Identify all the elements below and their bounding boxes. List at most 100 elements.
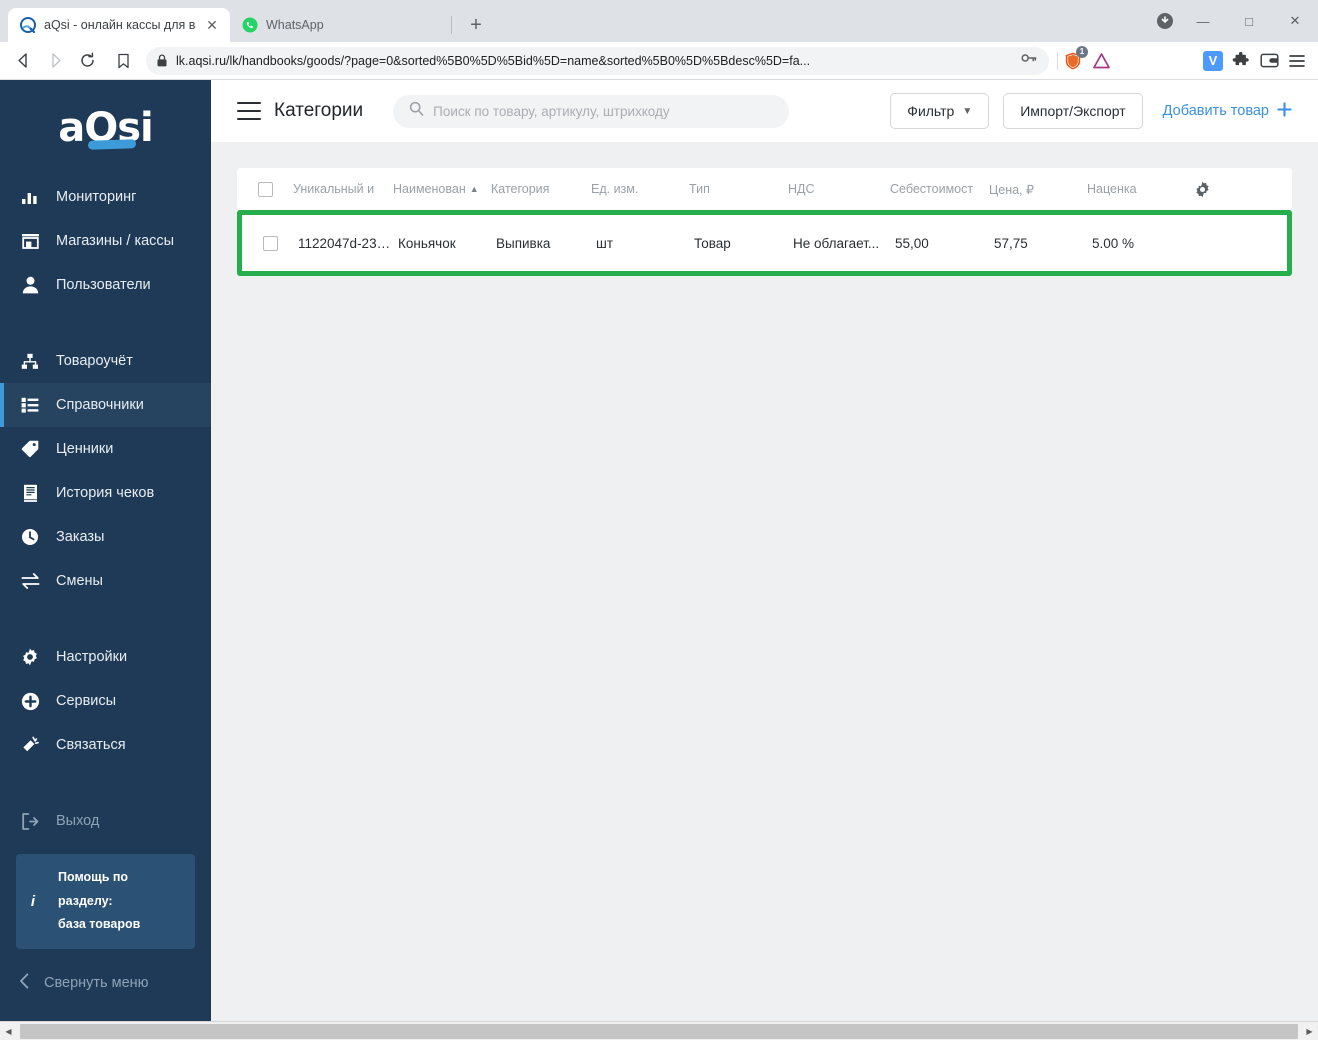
column-header-price[interactable]: Цена, ₽ xyxy=(989,182,1087,197)
cell-margin: 5.00 % xyxy=(1092,235,1135,251)
hamburger-icon[interactable] xyxy=(237,102,261,120)
megaphone-icon xyxy=(19,734,41,756)
back-icon[interactable] xyxy=(8,46,38,76)
collapse-menu-button[interactable]: Свернуть меню xyxy=(0,959,211,1007)
sidebar-item-users[interactable]: Пользователи xyxy=(0,263,211,307)
extensions-puzzle-icon[interactable] xyxy=(1228,48,1254,74)
sidebar-item-monitoring[interactable]: Мониторинг xyxy=(0,175,211,219)
categories-label[interactable]: Категории xyxy=(274,100,363,122)
sidebar-item-label: Пользователи xyxy=(56,277,151,293)
password-key-icon[interactable] xyxy=(1021,51,1037,70)
sort-asc-icon: ▲ xyxy=(469,183,479,194)
aqsi-favicon xyxy=(20,17,36,33)
sidebar-item-orders[interactable]: Заказы xyxy=(0,515,211,559)
browser-toolbar: lk.aqsi.ru/lk/handbooks/goods/?page=0&so… xyxy=(0,42,1318,80)
sidebar-item-label: Мониторинг xyxy=(56,189,137,205)
download-indicator-icon[interactable] xyxy=(1150,0,1180,42)
column-header-name[interactable]: Наименован ▲ xyxy=(393,182,491,196)
scrollbar-thumb[interactable] xyxy=(20,1023,1298,1039)
sidebar-item-settings[interactable]: Настройки xyxy=(0,635,211,679)
sidebar-item-receipts-history[interactable]: История чеков xyxy=(0,471,211,515)
sidebar-item-contact[interactable]: Связаться xyxy=(0,723,211,767)
sidebar-item-shifts[interactable]: Смены xyxy=(0,559,211,603)
horizontal-scrollbar[interactable]: ◀ ▶ xyxy=(0,1021,1318,1040)
sidebar-item-label: Связаться xyxy=(56,737,126,753)
brave-wallet-icon[interactable] xyxy=(1256,48,1282,74)
toolbar-divider xyxy=(1057,51,1058,70)
minimize-button[interactable]: — xyxy=(1180,0,1226,42)
column-header-cost[interactable]: Себестоимост xyxy=(890,182,989,196)
browser-tab-active[interactable]: aQsi - онлайн кассы для вашего ✕ xyxy=(8,8,230,42)
column-header-unit[interactable]: Ед. изм. xyxy=(591,182,689,196)
browser-menu-icon[interactable] xyxy=(1284,48,1310,74)
price-tag-icon xyxy=(19,438,41,460)
logo-swoosh xyxy=(88,138,137,150)
sidebar-item-services[interactable]: Сервисы xyxy=(0,679,211,723)
app-logo[interactable]: aQsi xyxy=(0,80,211,175)
add-product-label: Добавить товар xyxy=(1162,103,1269,119)
cell-price: 57,75 xyxy=(994,235,1028,251)
scrollbar-track[interactable] xyxy=(17,1022,1301,1040)
scroll-left-arrow[interactable]: ◀ xyxy=(0,1022,17,1040)
table-settings-button[interactable] xyxy=(1185,181,1292,198)
maximize-button[interactable]: □ xyxy=(1226,0,1272,42)
sidebar-item-label: Сервисы xyxy=(56,693,117,709)
column-header-uid[interactable]: Уникальный и xyxy=(293,182,393,196)
sidebar-group-1: Мониторинг Магазины / кассы Пользователи xyxy=(0,175,211,307)
select-all-checkbox[interactable] xyxy=(237,181,293,197)
main-content: Категории Фильтр ▼ Импорт/ xyxy=(211,80,1318,1021)
column-header-category[interactable]: Категория xyxy=(491,182,591,196)
cell-unit: шт xyxy=(596,235,614,251)
forward-icon[interactable] xyxy=(40,46,70,76)
cell-cost: 55,00 xyxy=(895,235,929,251)
sidebar-item-label: История чеков xyxy=(56,485,155,501)
plus-circle-icon xyxy=(19,690,41,712)
cell-type: Товар xyxy=(694,235,731,251)
address-bar[interactable]: lk.aqsi.ru/lk/handbooks/goods/?page=0&so… xyxy=(146,46,1049,75)
highlighted-row-container: 1122047d-239... Коньячок Выпивка шт Това… xyxy=(237,210,1292,276)
v-extension-icon[interactable]: V xyxy=(1200,48,1226,74)
table-row[interactable]: 1122047d-239... Коньячок Выпивка шт Това… xyxy=(242,215,1287,271)
column-header-name-label: Наименован xyxy=(393,182,466,196)
help-banner[interactable]: i Помощь по разделу: база товаров xyxy=(16,853,195,949)
import-export-button[interactable]: Импорт/Экспорт xyxy=(1003,93,1143,129)
chevron-left-icon xyxy=(19,973,30,993)
new-tab-button[interactable]: + xyxy=(462,11,490,39)
sidebar-item-stores[interactable]: Магазины / кассы xyxy=(0,219,211,263)
shields-count-badge: 1 xyxy=(1076,45,1088,58)
sidebar-item-label: Справочники xyxy=(56,397,144,413)
sidebar-item-pricetags[interactable]: Ценники xyxy=(0,427,211,471)
add-product-button[interactable]: Добавить товар xyxy=(1157,101,1292,121)
column-header-margin[interactable]: Наценка xyxy=(1087,182,1185,196)
browser-window: aQsi - онлайн кассы для вашего ✕ WhatsAp… xyxy=(0,0,1318,1040)
search-input[interactable] xyxy=(433,103,774,119)
filter-button[interactable]: Фильтр ▼ xyxy=(890,93,990,129)
window-controls: — □ ✕ xyxy=(1150,0,1318,42)
scroll-right-arrow[interactable]: ▶ xyxy=(1301,1022,1318,1040)
sidebar-group-4: Выход xyxy=(0,799,211,843)
browser-tab-whatsapp[interactable]: WhatsApp xyxy=(230,8,445,42)
sidebar-item-label: Ценники xyxy=(56,441,114,457)
bookmark-icon[interactable] xyxy=(108,46,138,76)
reload-icon[interactable] xyxy=(72,46,102,76)
column-header-vat[interactable]: НДС xyxy=(788,182,890,196)
row-checkbox[interactable] xyxy=(242,235,298,251)
sitemap-icon xyxy=(19,350,41,372)
user-icon xyxy=(19,274,41,296)
sidebar-item-logout[interactable]: Выход xyxy=(0,799,211,843)
plus-icon xyxy=(1277,101,1292,121)
search-bar[interactable] xyxy=(393,94,790,128)
gear-icon xyxy=(19,646,41,668)
table-header-row: Уникальный и Наименован ▲ Категория Ед. … xyxy=(237,168,1292,210)
sidebar-item-handbooks[interactable]: Справочники xyxy=(0,383,211,427)
v-extension-label: V xyxy=(1203,50,1223,71)
whatsapp-favicon xyxy=(242,17,258,33)
brave-rewards-icon[interactable] xyxy=(1088,48,1114,74)
column-header-type[interactable]: Тип xyxy=(689,182,788,196)
close-window-button[interactable]: ✕ xyxy=(1272,0,1318,42)
sidebar-group-2: Товароучёт Справочники Ценники История ч… xyxy=(0,339,211,603)
brave-shields-icon[interactable]: 1 xyxy=(1060,45,1088,74)
sidebar-item-inventory[interactable]: Товароучёт xyxy=(0,339,211,383)
close-icon[interactable]: ✕ xyxy=(204,17,220,33)
